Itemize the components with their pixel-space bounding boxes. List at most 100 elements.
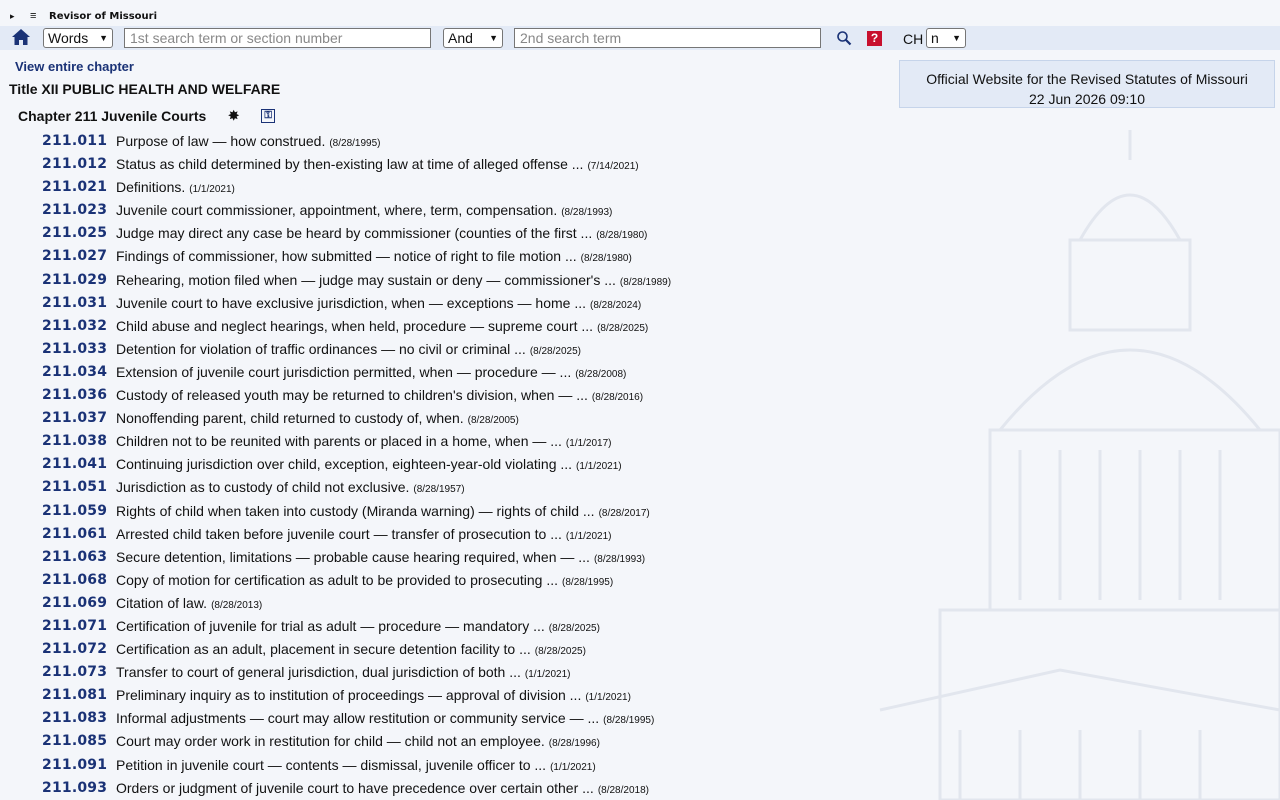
section-title: Children not to be reunited with parents… [116,433,562,450]
top-bar: ▸ ≡ Revisor of Missouri [0,8,157,24]
section-number-link[interactable]: 211.032 [42,318,107,334]
section-date: (8/28/1980) [596,230,648,242]
section-title: Extension of juvenile court jurisdiction… [116,363,572,380]
section-title: Arrested child taken before juvenile cou… [116,525,562,542]
section-description: Secure detention, limitations — probable… [116,549,645,565]
section-date: (1/1/2017) [565,438,612,450]
section-number-link[interactable]: 211.085 [42,733,107,749]
section-description: Child abuse and neglect hearings, when h… [116,318,648,334]
section-title: Juvenile court to have exclusive jurisdi… [116,294,587,311]
chevron-down-icon: ▼ [952,33,961,43]
section-number-link[interactable]: 211.029 [42,272,107,288]
section-description: Findings of commissioner, how submitted … [116,248,632,264]
section-description: Certification as an adult, placement in … [116,641,586,657]
section-number-link[interactable]: 211.071 [42,618,107,634]
second-search-input[interactable]: 2nd search term [514,28,821,48]
section-title: Petition in juvenile court — contents — … [116,756,547,773]
section-date: (8/28/2005) [467,415,519,427]
section-title: Citation of law. [116,594,208,611]
section-number-link[interactable]: 211.093 [42,780,107,796]
section-description: Extension of juvenile court jurisdiction… [116,364,626,380]
section-title: Rehearing, motion filed when — judge may… [116,271,616,288]
section-date: (8/28/2025) [597,322,649,334]
section-number-link[interactable]: 211.036 [42,387,107,403]
section-number-link[interactable]: 211.061 [42,526,107,542]
section-number-link[interactable]: 211.051 [42,479,107,495]
section-number-link[interactable]: 211.081 [42,687,107,703]
section-date: (1/1/2021) [576,461,622,473]
chapter-heading: Chapter 211 Juvenile Courts ✸ ⚿ [18,108,276,124]
section-description: Rehearing, motion filed when — judge may… [116,272,671,288]
star-icon[interactable]: ✸ [228,108,239,124]
section-number-link[interactable]: 211.073 [42,664,107,680]
home-icon[interactable] [11,27,31,47]
chapter-filter-select[interactable]: n ▼ [926,28,966,48]
section-number-link[interactable]: 211.059 [42,503,107,519]
section-date: (8/28/1993) [593,553,646,565]
section-date: (8/28/2016) [591,392,644,404]
section-number-link[interactable]: 211.072 [42,641,107,657]
section-description: Petition in juvenile court — contents — … [116,757,596,773]
section-number-link[interactable]: 211.068 [42,572,107,588]
search-mode-select[interactable]: Words ▼ [43,28,113,48]
chevron-down-icon: ▼ [99,33,108,43]
chapter-filter-label: CH [903,31,924,47]
section-number-link[interactable]: 211.037 [42,410,107,426]
section-number-link[interactable]: 211.033 [42,341,107,357]
section-number-link[interactable]: 211.069 [42,595,107,611]
section-description: Preliminary inquiry as to institution of… [116,687,631,703]
section-title: Child abuse and neglect hearings, when h… [116,317,594,334]
section-title: Status as child determined by then-exist… [116,156,584,173]
section-number-link[interactable]: 211.021 [42,179,107,195]
section-date: (7/14/2021) [587,161,639,173]
capitol-watermark [879,130,1280,800]
section-date: (8/28/1996) [548,738,600,750]
section-number-link[interactable]: 211.034 [42,364,107,380]
section-title: Court may order work in restitution for … [116,733,545,750]
chevron-down-icon: ▼ [489,33,498,43]
operator-select[interactable]: And ▼ [443,28,503,48]
section-description: Definitions. (1/1/2021) [116,179,235,195]
section-title: Findings of commissioner, how submitted … [116,248,577,265]
section-number-link[interactable]: 211.023 [42,202,107,218]
section-date: (8/28/1989) [619,276,672,288]
section-number-link[interactable]: 211.011 [42,133,107,149]
section-date: (8/28/2013) [211,599,263,611]
section-title: Preliminary inquiry as to institution of… [116,687,582,704]
section-title: Copy of motion for certification as adul… [116,571,559,588]
section-date: (8/28/2024) [590,299,642,311]
section-description: Orders or judgment of juvenile court to … [116,780,649,796]
section-number-link[interactable]: 211.025 [42,225,107,241]
section-date: (8/28/1993) [561,207,613,219]
help-icon[interactable]: ? [867,31,882,46]
section-date: (8/28/2025) [548,622,600,634]
section-number-link[interactable]: 211.027 [42,248,107,264]
section-description: Custody of released youth may be returne… [116,387,643,403]
section-title: Certification as an adult, placement in … [116,641,531,658]
brand-title[interactable]: Revisor of Missouri [49,11,157,22]
section-title: Secure detention, limitations — probable… [116,548,590,565]
section-number-link[interactable]: 211.031 [42,295,107,311]
first-search-input[interactable]: 1st search term or section number [124,28,431,48]
section-date: (1/1/2021) [585,692,631,704]
search-icon[interactable] [836,30,852,46]
section-description: Juvenile court commissioner, appointment… [116,202,612,218]
section-date: (8/28/1995) [562,576,614,588]
section-title: Juvenile court commissioner, appointment… [116,202,558,219]
section-description: Copy of motion for certification as adul… [116,572,613,588]
section-description: Certification of juvenile for trial as a… [116,618,600,634]
view-entire-chapter-link[interactable]: View entire chapter [15,59,134,74]
section-description: Jurisdiction as to custody of child not … [116,479,465,495]
section-number-link[interactable]: 211.041 [42,456,107,472]
key-icon[interactable]: ⚿ [261,109,276,123]
section-number-link[interactable]: 211.038 [42,433,107,449]
section-description: Continuing jurisdiction over child, exce… [116,456,622,472]
section-number-link[interactable]: 211.063 [42,549,107,565]
expand-icon[interactable]: ▸ [10,11,22,22]
section-title: Transfer to court of general jurisdictio… [116,664,521,681]
section-title: Informal adjustments — court may allow r… [116,710,600,727]
menu-icon[interactable]: ≡ [30,10,42,22]
section-number-link[interactable]: 211.083 [42,710,107,726]
section-number-link[interactable]: 211.012 [42,156,107,172]
section-number-link[interactable]: 211.091 [42,757,107,773]
